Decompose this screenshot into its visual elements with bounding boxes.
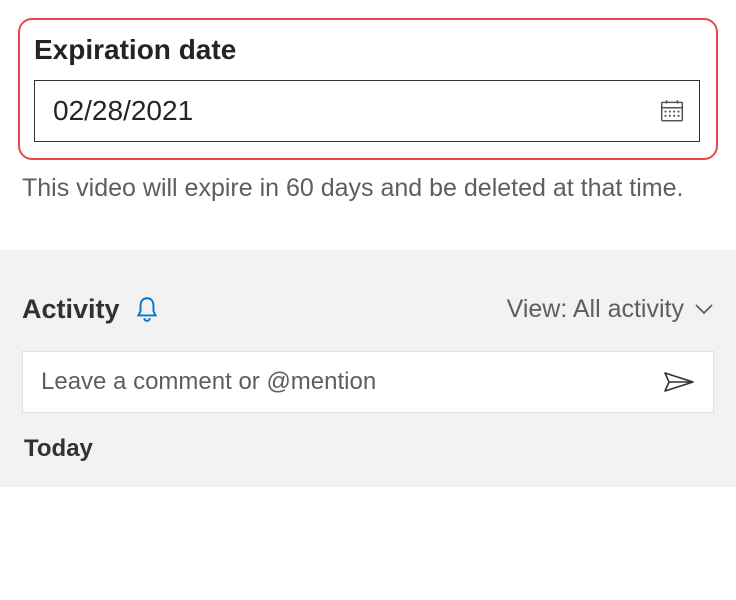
view-filter-dropdown[interactable]: View: All activity [507, 295, 714, 324]
send-icon[interactable] [663, 370, 695, 394]
expiration-date-field[interactable] [34, 80, 700, 142]
expiration-date-input[interactable] [53, 95, 659, 127]
bell-icon[interactable] [134, 295, 160, 323]
expiration-label: Expiration date [34, 34, 700, 66]
comment-input-wrapper[interactable] [22, 351, 714, 413]
activity-header: Activity View: All activity [22, 294, 714, 325]
view-filter-label: View: All activity [507, 295, 684, 324]
expiration-highlight-box: Expiration date [18, 18, 718, 160]
today-label: Today [22, 435, 714, 463]
activity-section: Activity View: All activity Today [0, 250, 736, 487]
chevron-down-icon [694, 302, 714, 316]
expiration-help-text: This video will expire in 60 days and be… [18, 172, 718, 206]
calendar-icon[interactable] [659, 98, 685, 124]
expiration-section: Expiration date This video will expire i… [0, 0, 736, 224]
comment-input[interactable] [41, 368, 663, 396]
activity-title: Activity [22, 294, 120, 325]
